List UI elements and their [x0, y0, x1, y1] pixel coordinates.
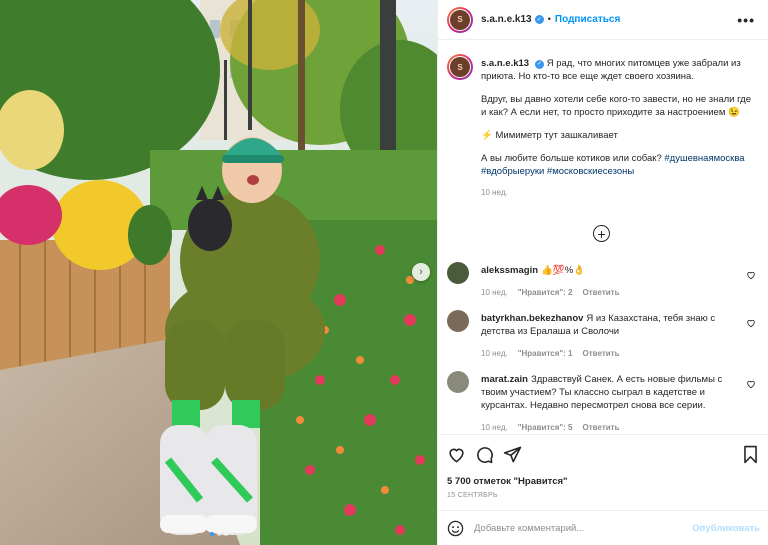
comment-icon[interactable] — [475, 445, 494, 464]
comment-meta: 10 нед. "Нравится": 2 Ответить — [481, 286, 736, 299]
comment-meta: 10 нед. "Нравится": 5 Ответить — [481, 421, 736, 434]
comment-username[interactable]: batyrkhan.bekezhanov — [481, 313, 583, 324]
post-side-panel: S s.a.n.e.k13 ✓ • Подписаться ••• S s.a.… — [437, 0, 768, 545]
caption-username[interactable]: s.a.n.e.k13 — [481, 58, 529, 69]
avatar[interactable] — [447, 371, 469, 393]
carousel-dot — [209, 532, 214, 536]
reply-button[interactable]: Ответить — [583, 421, 620, 434]
more-icon[interactable]: ••• — [737, 12, 755, 28]
comment-text: marat.zain Здравствуй Санек. А есть новые… — [481, 373, 736, 434]
carousel-dot — [216, 532, 221, 536]
chevron-right-icon: › — [419, 266, 423, 278]
comment-text: batyrkhan.bekezhanov Я из Казахстана, теб… — [481, 312, 736, 360]
caption-paragraph: А вы любите больше котиков или собак? #д… — [481, 152, 753, 178]
comment-body: 👍💯%👌 — [541, 265, 585, 276]
heart-icon[interactable] — [746, 270, 756, 280]
post-header: S s.a.n.e.k13 ✓ • Подписаться ••• — [438, 0, 768, 40]
likes-count[interactable]: 5 700 отметок "Нравится" — [447, 476, 568, 487]
heart-icon[interactable] — [746, 379, 756, 389]
reply-button[interactable]: Ответить — [583, 286, 620, 299]
comment-likes[interactable]: "Нравится": 1 — [518, 347, 573, 360]
verified-icon: ✓ — [534, 15, 544, 24]
caption-text: А вы любите больше котиков или собак? — [481, 153, 662, 164]
comment-likes[interactable]: "Нравится": 2 — [518, 286, 573, 299]
comment-time[interactable]: 10 нед. — [481, 421, 508, 434]
username-link[interactable]: s.a.n.e.k13 — [481, 14, 532, 25]
share-icon[interactable] — [503, 445, 522, 464]
avatar[interactable]: S — [447, 54, 473, 80]
comment-username[interactable]: marat.zain — [481, 374, 528, 385]
post-date[interactable]: 15 СЕНТЯБРЬ — [447, 492, 498, 499]
verified-icon: ✓ — [535, 60, 545, 69]
header-separator: • — [547, 14, 551, 25]
comment-likes[interactable]: "Нравится": 5 — [518, 421, 573, 434]
avatar[interactable] — [447, 310, 469, 332]
comment-username[interactable]: alekssmagin — [481, 265, 538, 276]
caption-paragraph: Вдруг, вы давно хотели себе кого-то заве… — [481, 94, 751, 118]
heart-icon[interactable] — [746, 318, 756, 328]
comment-time[interactable]: 10 нед. — [481, 286, 508, 299]
follow-button[interactable]: Подписаться — [555, 14, 620, 25]
smile-icon[interactable] — [447, 520, 464, 537]
photo-scene — [0, 0, 437, 545]
next-slide-button[interactable]: › — [412, 263, 430, 281]
avatar-initials: S — [449, 56, 471, 78]
post-actions: 5 700 отметок "Нравится" 15 СЕНТЯБРЬ Опу… — [438, 434, 768, 544]
avatar-initials: S — [449, 8, 471, 31]
add-comment-bar: Опубликовать — [438, 510, 768, 545]
comment-time[interactable]: 10 нед. — [481, 347, 508, 360]
post-photo[interactable]: › — [0, 0, 437, 545]
add-comment-input[interactable] — [474, 522, 693, 534]
carousel-dots — [0, 532, 437, 536]
caption-body: s.a.n.e.k13 ✓ Я рад, что многих питомцев … — [481, 57, 753, 199]
action-icons — [447, 445, 522, 464]
reply-button[interactable]: Ответить — [583, 347, 620, 360]
comment-meta: 10 нед. "Нравится": 1 Ответить — [481, 347, 736, 360]
plus-icon: + — [597, 225, 606, 242]
heart-icon[interactable] — [447, 445, 466, 464]
bookmark-icon — [744, 445, 757, 464]
bookmark-button[interactable] — [742, 445, 759, 464]
hashtag-link[interactable]: #московскиесезоны — [547, 166, 634, 177]
hashtag-link[interactable]: #вдобрыеруки — [481, 166, 544, 177]
caption-paragraph: s.a.n.e.k13 ✓ Я рад, что многих питомцев … — [481, 57, 753, 83]
instagram-post: › S s.a.n.e.k13 ✓ • Подписаться ••• S s.… — [0, 0, 768, 545]
carousel-dot — [223, 532, 228, 536]
publish-button[interactable]: Опубликовать — [692, 523, 760, 534]
comments-list[interactable]: S s.a.n.e.k13 ✓ Я рад, что многих питомце… — [438, 41, 768, 434]
load-more-comments-button[interactable]: + — [593, 225, 610, 242]
hashtag-link[interactable]: #душевнаямосква — [664, 153, 744, 164]
caption-paragraph: ⚡ Мимиметр тут зашкаливает — [481, 130, 618, 141]
comment-text: alekssmagin 👍💯%👌 10 нед. "Нравится": 2 От… — [481, 264, 736, 299]
caption-time[interactable]: 10 нед. — [481, 186, 753, 199]
avatar[interactable] — [447, 262, 469, 284]
avatar[interactable]: S — [447, 6, 473, 33]
